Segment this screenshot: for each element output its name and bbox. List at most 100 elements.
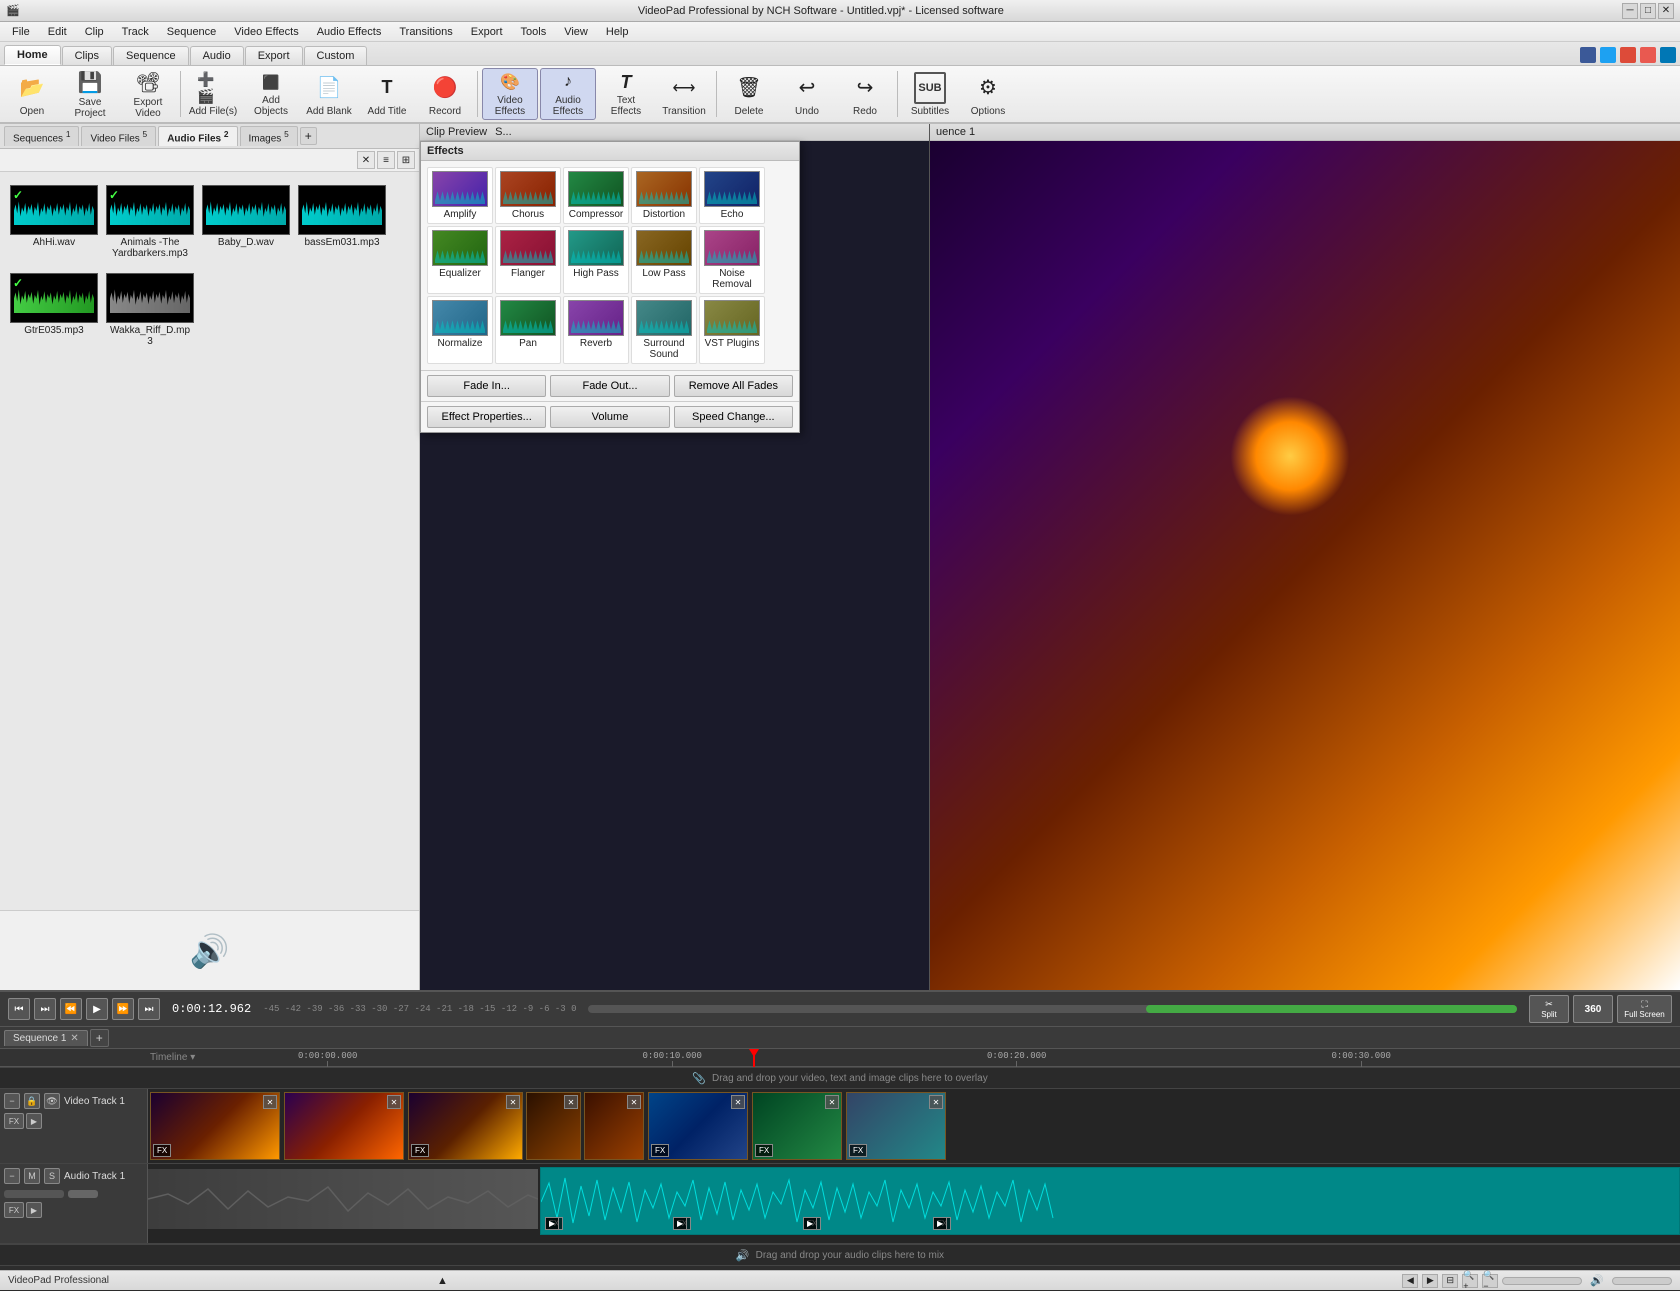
zoom-in[interactable]: 🔍+ [1462,1274,1478,1288]
file-item[interactable]: bassEm031.mp3 [296,180,388,264]
video-clip-5[interactable]: ✕ [584,1092,644,1160]
audio-mute-btn[interactable]: M [24,1168,40,1184]
clip-close-btn-6[interactable]: ✕ [731,1095,745,1109]
tab-video-files[interactable]: Video Files 5 [81,126,156,146]
clip-close-btn-4[interactable]: ✕ [564,1095,578,1109]
360-button[interactable]: 360 [1573,995,1613,1023]
effect-distortion[interactable]: Distortion [631,167,697,224]
tab-audio[interactable]: Audio [190,46,244,65]
tab-clips[interactable]: Clips [62,46,112,65]
tab-home[interactable]: Home [4,45,61,65]
audio-solo-btn[interactable]: S [44,1168,60,1184]
fullscreen-button[interactable]: ⛶ Full Screen [1617,995,1672,1023]
track-lock-btn[interactable]: 🔒 [24,1093,40,1109]
file-item[interactable]: ✓ Animals -The Yardbarkers.mp3 [104,180,196,264]
effect-surround[interactable]: Surround Sound [631,296,697,364]
add-title-button[interactable]: T Add Title [359,68,415,120]
tab-add[interactable]: + [300,127,317,145]
effect-vst[interactable]: VST Plugins [699,296,765,364]
effect-flanger[interactable]: Flanger [495,226,561,294]
audio-effects-button[interactable]: ♪ Audio Effects [540,68,596,120]
video-clip-7[interactable]: FX ✕ [752,1092,842,1160]
menu-item-video-effects[interactable]: Video Effects [226,25,306,39]
delete-button[interactable]: 🗑 Delete [721,68,777,120]
transition-button[interactable]: ⟷ Transition [656,68,712,120]
audio-vol-btn[interactable]: ▶ [26,1202,42,1218]
file-item[interactable]: ✓ AhHi.wav [8,180,100,264]
maximize-btn[interactable]: □ [1640,3,1656,19]
zoom-fit[interactable]: ⊟ [1442,1274,1458,1288]
file-item[interactable]: Wakka_Riff_D.mp3 [104,268,196,352]
clip-close-btn-2[interactable]: ✕ [387,1095,401,1109]
menu-item-clip[interactable]: Clip [77,25,112,39]
add-objects-button[interactable]: ⬛ Add Objects [243,68,299,120]
video-clip-2[interactable]: ✕ [284,1092,404,1160]
redo-button[interactable]: ↪ Redo [837,68,893,120]
menu-item-export[interactable]: Export [463,25,511,39]
effect-reverb[interactable]: Reverb [563,296,629,364]
menu-item-edit[interactable]: Edit [40,25,75,39]
facebook-icon[interactable] [1580,47,1596,63]
record-button[interactable]: 🔴 Record [417,68,473,120]
menu-item-view[interactable]: View [556,25,596,39]
audio-vol-badge-4[interactable]: ▶ [933,1217,947,1230]
subtitles-button[interactable]: SUB Subtitles [902,68,958,120]
menu-item-track[interactable]: Track [114,25,157,39]
effect-equalizer[interactable]: Equalizer [427,226,493,294]
text-effects-button[interactable]: T Text Effects [598,68,654,120]
audio-vol-badge-3[interactable]: ▶ [803,1217,817,1230]
clip-fx-badge-8[interactable]: FX [849,1144,867,1157]
options-button[interactable]: ⚙ Options [960,68,1016,120]
master-volume-slider[interactable] [1612,1277,1672,1285]
clip-close-btn-1[interactable]: ✕ [263,1095,277,1109]
speed-change-button[interactable]: Speed Change... [674,406,793,428]
zoom-navigate-left[interactable]: ◀ [1402,1274,1418,1288]
titlebar-controls[interactable]: ─ □ ✕ [1622,3,1674,19]
audio-vol-badge-2[interactable]: ▶ [673,1217,687,1230]
minimize-btn[interactable]: ─ [1622,3,1638,19]
rewind-button[interactable]: ⏪ [60,998,82,1020]
video-clip-3[interactable]: FX ✕ [408,1092,523,1160]
video-clip-4[interactable]: ✕ [526,1092,581,1160]
video-track-content[interactable]: FX ✕ ✕ FX ✕ ✕ ✕ [148,1089,1680,1163]
menu-item-help[interactable]: Help [598,25,637,39]
effect-pan[interactable]: Pan [495,296,561,364]
clip-close-btn-7[interactable]: ✕ [825,1095,839,1109]
zoom-out[interactable]: 🔍− [1482,1274,1498,1288]
clip-fx-badge-1[interactable]: FX [153,1144,171,1157]
sequence-tab-add[interactable]: + [90,1029,109,1047]
play-button[interactable]: ▶ [86,998,108,1020]
video-clip-6[interactable]: FX ✕ [648,1092,748,1160]
audio-fx-btn[interactable]: FX [4,1202,24,1218]
tab-sequence[interactable]: Sequence [113,46,189,65]
volume-button[interactable]: Volume [550,406,669,428]
track-type-btn[interactable]: ▶ [26,1113,42,1129]
youtube-icon[interactable] [1640,47,1656,63]
audio-pan-slider[interactable] [68,1190,98,1198]
menu-item-audio-effects[interactable]: Audio Effects [309,25,390,39]
zoom-slider[interactable] [1502,1277,1582,1285]
twitter-icon[interactable] [1600,47,1616,63]
track-fx-btn[interactable]: FX [4,1113,24,1129]
clip-close-btn-5[interactable]: ✕ [627,1095,641,1109]
fast-forward-button[interactable]: ⏩ [112,998,134,1020]
sequence-tab-close[interactable]: ✕ [70,1033,78,1044]
effect-properties-button[interactable]: Effect Properties... [427,406,546,428]
audio-vol-badge-1[interactable]: ▶ [545,1217,559,1230]
menu-item-file[interactable]: File [4,25,38,39]
tab-audio-files[interactable]: Audio Files 2 [158,126,237,146]
video-clip-1[interactable]: FX ✕ [150,1092,280,1160]
clip-fx-badge-3[interactable]: FX [411,1144,429,1157]
sequence-tab-1[interactable]: Sequence 1 ✕ [4,1030,88,1046]
file-item[interactable]: ✓ GtrE035.mp3 [8,268,100,352]
audio-track-content[interactable]: FX ▶ FX ▶ FX ▶ FX ▶ [148,1164,1680,1243]
effect-echo[interactable]: Echo [699,167,765,224]
audio-clip-main[interactable]: FX ▶ FX ▶ FX ▶ FX ▶ [540,1167,1680,1235]
split-button[interactable]: ✂ Split [1529,995,1569,1023]
clip-close-btn-3[interactable]: ✕ [506,1095,520,1109]
menu-item-sequence[interactable]: Sequence [159,25,225,39]
tab-custom[interactable]: Custom [304,46,368,65]
add-blank-button[interactable]: 📄 Add Blank [301,68,357,120]
undo-button[interactable]: ↩ Undo [779,68,835,120]
video-effects-button[interactable]: 🎨 Video Effects [482,68,538,120]
